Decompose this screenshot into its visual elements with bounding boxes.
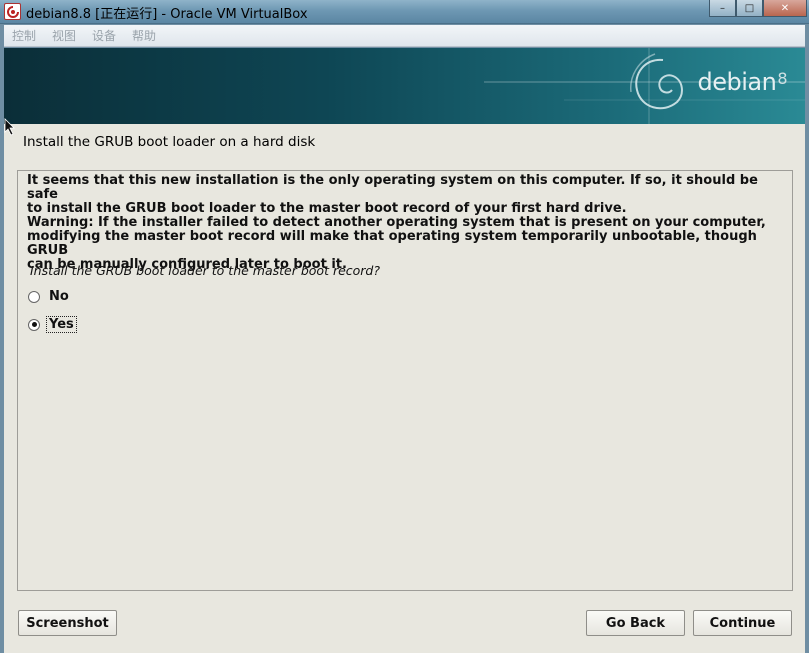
menu-devices[interactable]: 设备 bbox=[92, 27, 116, 44]
option-yes-label[interactable]: Yes bbox=[46, 316, 77, 333]
menu-view[interactable]: 视图 bbox=[52, 27, 76, 44]
debian-installer-banner: debian8 bbox=[4, 48, 805, 124]
option-yes[interactable]: Yes bbox=[28, 316, 77, 333]
window-title: debian8.8 [正在运行] - Oracle VM VirtualBox bbox=[26, 7, 308, 22]
debian-logo: debian8 bbox=[697, 68, 787, 96]
screenshot-button[interactable]: Screenshot bbox=[18, 610, 117, 636]
virtualbox-app-icon bbox=[4, 3, 21, 20]
option-no[interactable]: No bbox=[28, 289, 71, 304]
mouse-cursor-icon bbox=[4, 118, 15, 136]
radio-yes[interactable] bbox=[28, 318, 40, 331]
debian-logo-text: debian bbox=[697, 68, 777, 96]
option-no-label[interactable]: No bbox=[47, 289, 71, 304]
maximize-button[interactable]: □ bbox=[736, 0, 763, 17]
menu-control[interactable]: 控制 bbox=[12, 27, 36, 44]
step-title: Install the GRUB boot loader on a hard d… bbox=[23, 134, 316, 150]
minimize-button[interactable]: – bbox=[709, 0, 736, 17]
vm-menubar: 控制 视图 设备 帮助 bbox=[4, 25, 805, 47]
window-titlebar[interactable]: debian8.8 [正在运行] - Oracle VM VirtualBox … bbox=[0, 0, 809, 24]
vm-screen[interactable]: debian8 Install the GRUB boot loader on … bbox=[4, 48, 805, 653]
info-paragraph: It seems that this new installation is t… bbox=[27, 173, 758, 216]
window-controls: – □ ✕ bbox=[709, 0, 807, 17]
question-text: Install the GRUB boot loader to the mast… bbox=[30, 263, 381, 278]
go-back-button[interactable]: Go Back bbox=[586, 610, 685, 636]
menu-help[interactable]: 帮助 bbox=[132, 27, 156, 44]
continue-button[interactable]: Continue bbox=[693, 610, 792, 636]
radio-no[interactable] bbox=[28, 290, 40, 303]
debian-swirl-icon bbox=[630, 53, 683, 110]
debian-logo-version: 8 bbox=[777, 69, 787, 88]
question-panel: It seems that this new installation is t… bbox=[17, 170, 793, 591]
close-button[interactable]: ✕ bbox=[763, 0, 807, 17]
